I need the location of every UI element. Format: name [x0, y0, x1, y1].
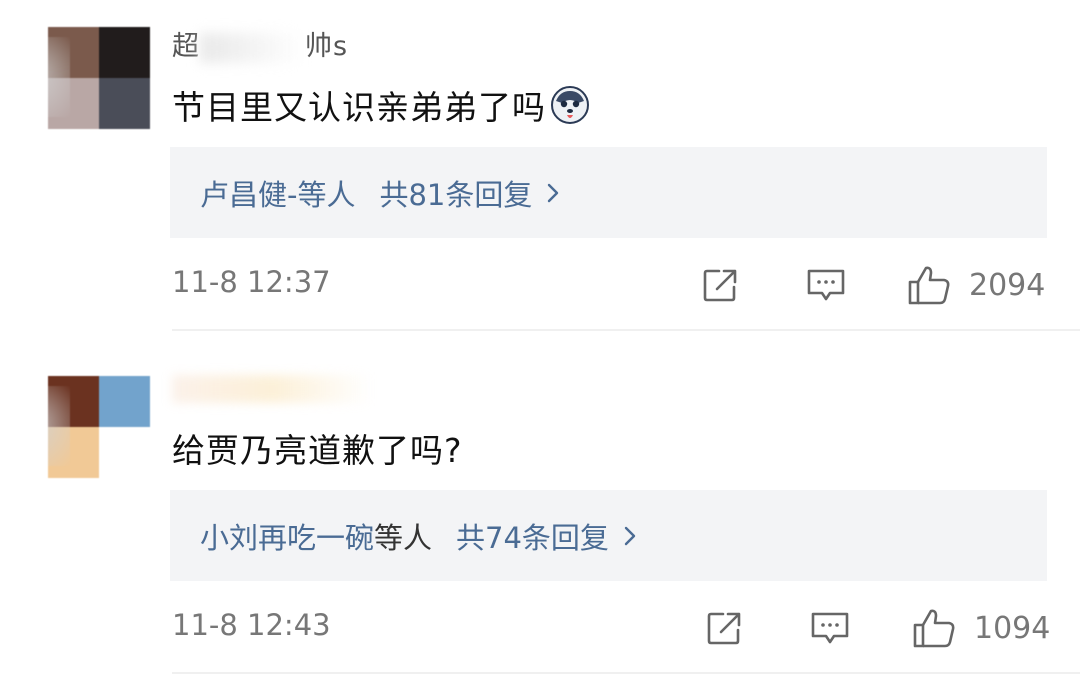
husky-face-emoji-icon	[551, 86, 589, 124]
avatar-pixel	[99, 27, 150, 78]
comment-icon	[807, 269, 845, 301]
timestamp: 11-8 12:43	[172, 608, 331, 642]
reply-count[interactable]: 共74条回复	[456, 515, 609, 557]
like-button[interactable]: 1094	[912, 608, 1050, 648]
reply-count[interactable]: 共81条回复	[379, 172, 532, 214]
reply-line: 小刘再吃一碗 等人 共74条回复	[200, 490, 637, 581]
username-visible-end: 帅s	[305, 31, 349, 62]
comment-icon	[811, 612, 849, 644]
reply-author-names[interactable]: 小刘再吃一碗	[200, 515, 374, 557]
comment-text: 节目里又认识亲弟弟了吗	[172, 81, 590, 129]
reply-line: 卢昌健 -等人 共81条回复	[200, 147, 560, 238]
avatar-pixel	[99, 376, 150, 427]
comment-text: 给贾乃亮道歉了吗?	[172, 424, 463, 472]
username-blur	[200, 32, 305, 63]
avatar-pixel	[48, 78, 99, 129]
chevron-right-icon	[624, 526, 636, 545]
avatar-pixel	[48, 427, 99, 478]
avatar-pixel	[48, 27, 99, 78]
share-button[interactable]	[706, 608, 744, 648]
reply-button[interactable]	[810, 608, 850, 648]
reply-author-names[interactable]: 卢昌健	[200, 172, 287, 214]
share-button[interactable]	[702, 265, 740, 305]
comment-body: 给贾乃亮道歉了吗?	[172, 431, 463, 470]
comment-meta: 11-8 12:43 1094	[172, 608, 1050, 648]
reply-suffix: -等人	[287, 177, 356, 212]
like-count: 2094	[969, 267, 1046, 303]
comment-meta: 11-8 12:37 2094	[172, 265, 1048, 305]
like-button[interactable]: 2094	[907, 265, 1045, 305]
username-blur	[172, 374, 372, 403]
reply-preview[interactable]: 卢昌健 -等人 共81条回复	[170, 147, 1047, 238]
comment-body: 节目里又认识亲弟弟了吗	[172, 88, 546, 127]
like-count: 1094	[974, 610, 1051, 646]
divider	[172, 329, 1080, 331]
username-visible-start: 超	[172, 31, 200, 62]
username[interactable]: 超 帅s	[172, 24, 348, 63]
reply-preview[interactable]: 小刘再吃一碗 等人 共74条回复	[170, 490, 1047, 581]
chevron-right-icon	[548, 183, 559, 202]
thumbs-up-icon	[913, 609, 955, 648]
username[interactable]	[172, 372, 372, 403]
reply-button[interactable]	[806, 265, 846, 305]
timestamp: 11-8 12:37	[172, 265, 331, 299]
divider	[172, 672, 1080, 674]
reply-suffix: 等人	[374, 520, 433, 555]
avatar-pixel	[99, 427, 150, 478]
share-icon	[703, 269, 737, 302]
avatar-pixel	[48, 376, 99, 427]
avatar[interactable]	[48, 27, 150, 129]
share-icon	[707, 612, 741, 645]
thumbs-up-icon	[908, 266, 950, 305]
avatar[interactable]	[48, 376, 150, 478]
avatar-pixel	[99, 78, 150, 129]
